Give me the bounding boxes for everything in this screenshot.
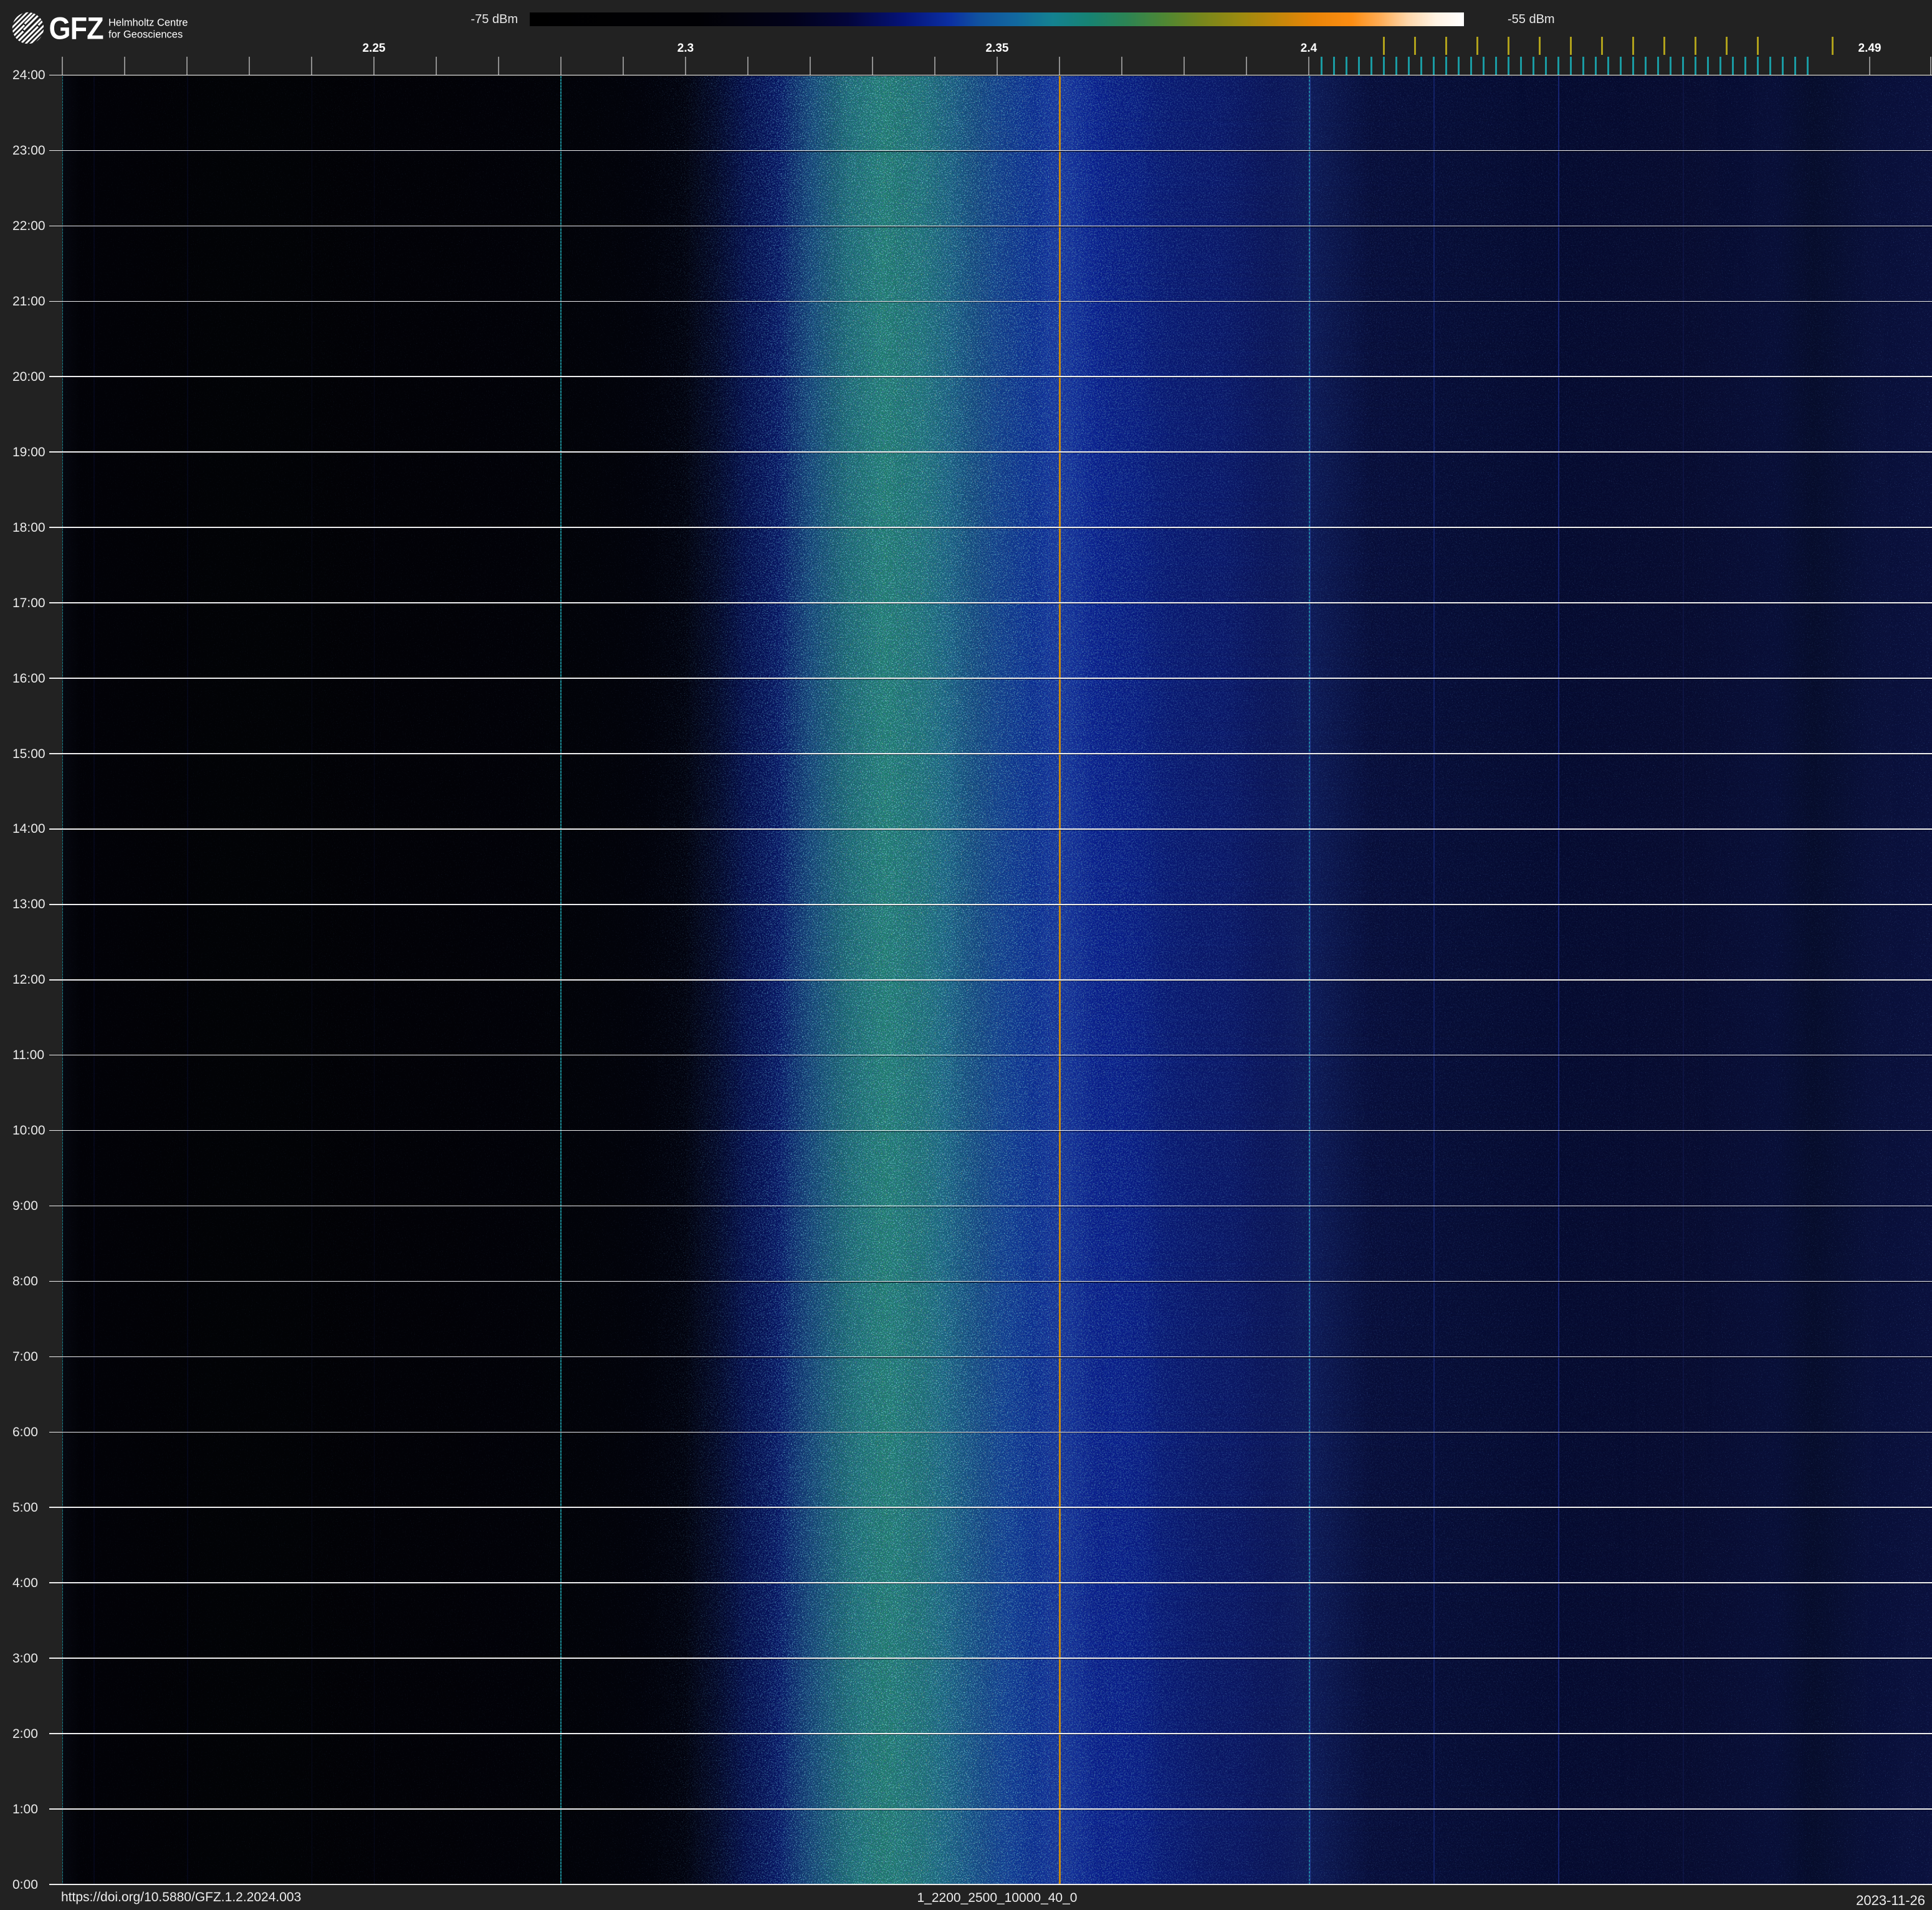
svg-text:for Geosciences: for Geosciences <box>108 29 183 41</box>
svg-text:GFZ: GFZ <box>49 11 103 46</box>
svg-text:Helmholtz Centre: Helmholtz Centre <box>108 17 188 29</box>
